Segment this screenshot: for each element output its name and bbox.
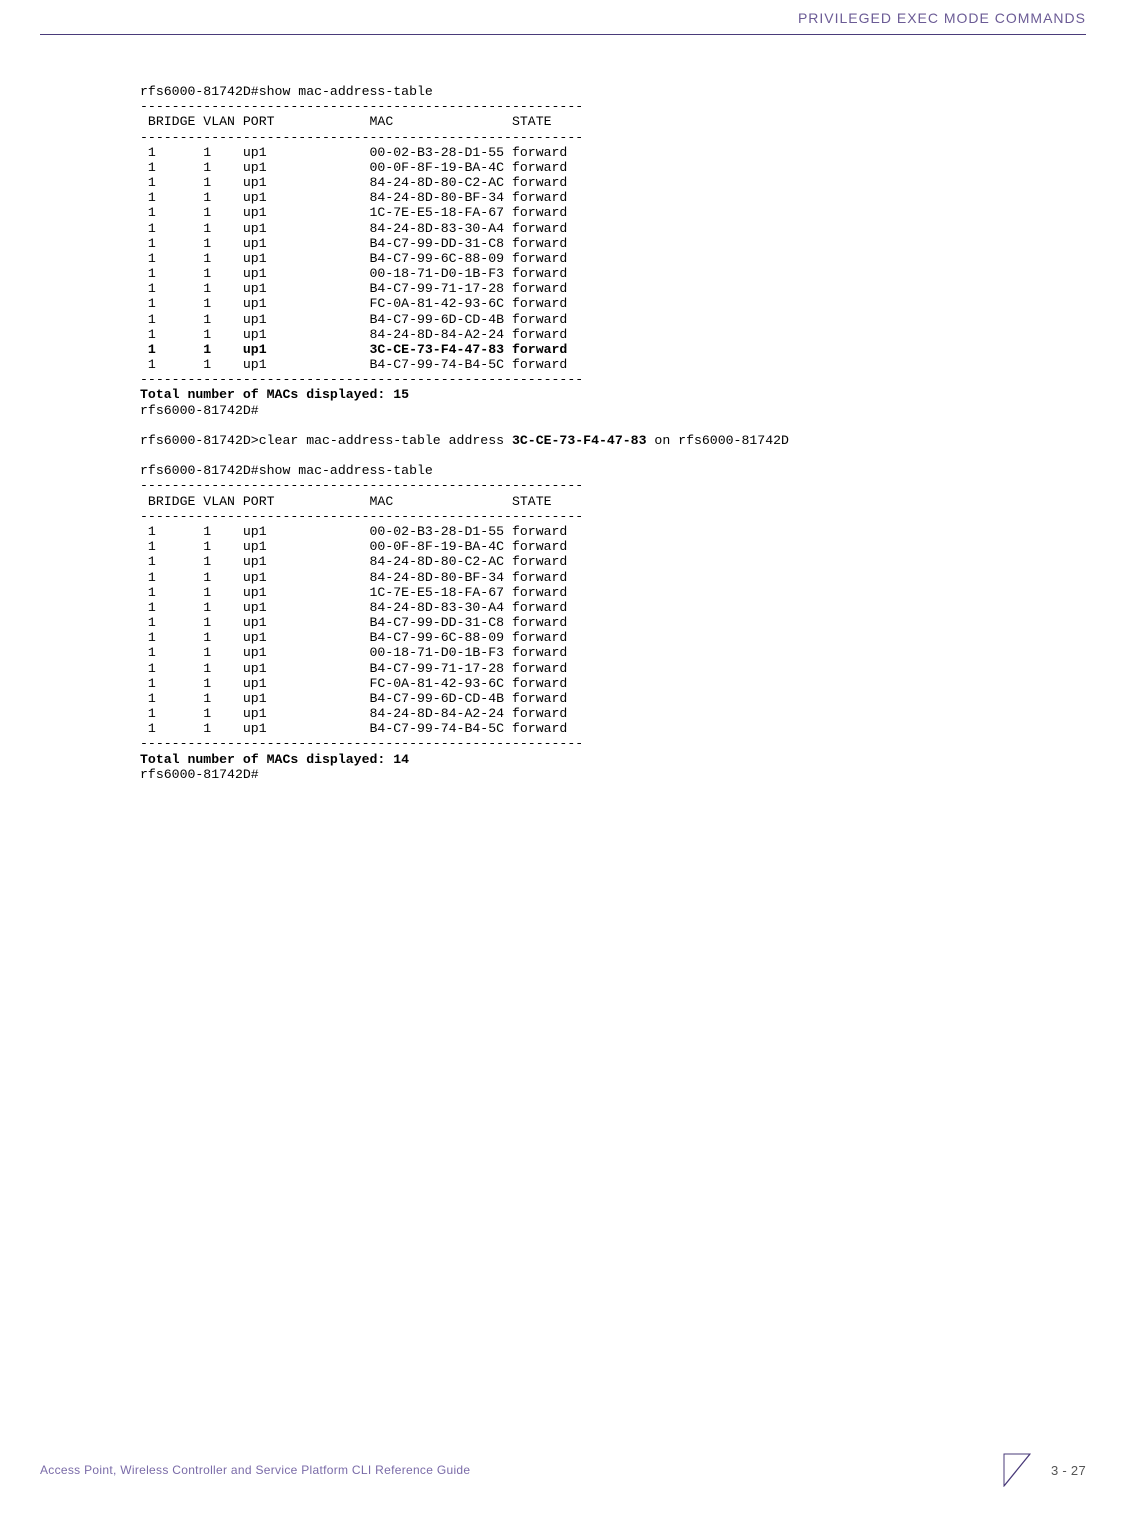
header-divider <box>40 34 1086 35</box>
table-row: 1 1 up1 84-24-8D-84-A2-24 forward <box>140 706 567 721</box>
table-row: 1 1 up1 1C-7E-E5-18-FA-67 forward <box>140 585 567 600</box>
page-number: 3 - 27 <box>1051 1463 1086 1478</box>
page-footer: Access Point, Wireless Controller and Se… <box>40 1453 1086 1487</box>
table-row: 1 1 up1 B4-C7-99-6D-CD-4B forward <box>140 691 567 706</box>
table-row: 1 1 up1 FC-0A-81-42-93-6C forward <box>140 676 567 691</box>
table-row: 1 1 up1 84-24-8D-80-BF-34 forward <box>140 190 567 205</box>
cmd-clear-mac-pre: rfs6000-81742D>clear mac-address-table a… <box>140 433 512 448</box>
table-row: 1 1 up1 84-24-8D-80-C2-AC forward <box>140 554 567 569</box>
table-row: 1 1 up1 84-24-8D-80-BF-34 forward <box>140 570 567 585</box>
cmd-show-mac-2: rfs6000-81742D#show mac-address-table <box>140 463 433 478</box>
table-row: 1 1 up1 B4-C7-99-DD-31-C8 forward <box>140 236 567 251</box>
table-row: 1 1 up1 B4-C7-99-71-17-28 forward <box>140 281 567 296</box>
cmd-clear-mac-addr: 3C-CE-73-F4-47-83 <box>512 433 647 448</box>
mac-summary-2: Total number of MACs displayed: 14 <box>140 752 409 767</box>
table-row: 1 1 up1 B4-C7-99-74-B4-5C forward <box>140 721 567 736</box>
table-row-highlighted: 1 1 up1 3C-CE-73-F4-47-83 forward <box>140 342 567 357</box>
table-row: 1 1 up1 00-18-71-D0-1B-F3 forward <box>140 645 567 660</box>
table-row: 1 1 up1 00-0F-8F-19-BA-4C forward <box>140 160 567 175</box>
divider: ----------------------------------------… <box>140 478 583 493</box>
table-row: 1 1 up1 FC-0A-81-42-93-6C forward <box>140 296 567 311</box>
table-row: 1 1 up1 84-24-8D-80-C2-AC forward <box>140 175 567 190</box>
table-row: 1 1 up1 B4-C7-99-6C-88-09 forward <box>140 251 567 266</box>
table-header-row: BRIDGE VLAN PORT MAC STATE <box>140 494 552 509</box>
divider: ----------------------------------------… <box>140 372 583 387</box>
prompt: rfs6000-81742D# <box>140 403 259 418</box>
divider: ----------------------------------------… <box>140 130 583 145</box>
prompt: rfs6000-81742D# <box>140 767 259 782</box>
divider: ----------------------------------------… <box>140 99 583 114</box>
table-row: 1 1 up1 B4-C7-99-71-17-28 forward <box>140 661 567 676</box>
footer-page-corner: 3 - 27 <box>1003 1453 1086 1487</box>
table-row: 1 1 up1 B4-C7-99-DD-31-C8 forward <box>140 615 567 630</box>
terminal-output: rfs6000-81742D#show mac-address-table --… <box>140 84 789 782</box>
table-header-row: BRIDGE VLAN PORT MAC STATE <box>140 114 552 129</box>
table-row: 1 1 up1 84-24-8D-84-A2-24 forward <box>140 327 567 342</box>
table-row: 1 1 up1 00-02-B3-28-D1-55 forward <box>140 524 567 539</box>
section-header-title: PRIVILEGED EXEC MODE COMMANDS <box>798 10 1086 26</box>
table-row: 1 1 up1 00-0F-8F-19-BA-4C forward <box>140 539 567 554</box>
table-row: 1 1 up1 1C-7E-E5-18-FA-67 forward <box>140 205 567 220</box>
table-row: 1 1 up1 B4-C7-99-74-B4-5C forward <box>140 357 567 372</box>
divider: ----------------------------------------… <box>140 509 583 524</box>
divider: ----------------------------------------… <box>140 736 583 751</box>
table-row: 1 1 up1 00-02-B3-28-D1-55 forward <box>140 145 567 160</box>
mac-summary-1: Total number of MACs displayed: 15 <box>140 387 409 402</box>
table-row: 1 1 up1 00-18-71-D0-1B-F3 forward <box>140 266 567 281</box>
table-row: 1 1 up1 84-24-8D-83-30-A4 forward <box>140 600 567 615</box>
table-row: 1 1 up1 B4-C7-99-6C-88-09 forward <box>140 630 567 645</box>
page-fold-icon <box>1003 1453 1031 1487</box>
table-row: 1 1 up1 B4-C7-99-6D-CD-4B forward <box>140 312 567 327</box>
cmd-clear-mac-post: on rfs6000-81742D <box>647 433 789 448</box>
table-row: 1 1 up1 84-24-8D-83-30-A4 forward <box>140 221 567 236</box>
cmd-show-mac-1: rfs6000-81742D#show mac-address-table <box>140 84 433 99</box>
footer-doc-title: Access Point, Wireless Controller and Se… <box>40 1463 470 1477</box>
